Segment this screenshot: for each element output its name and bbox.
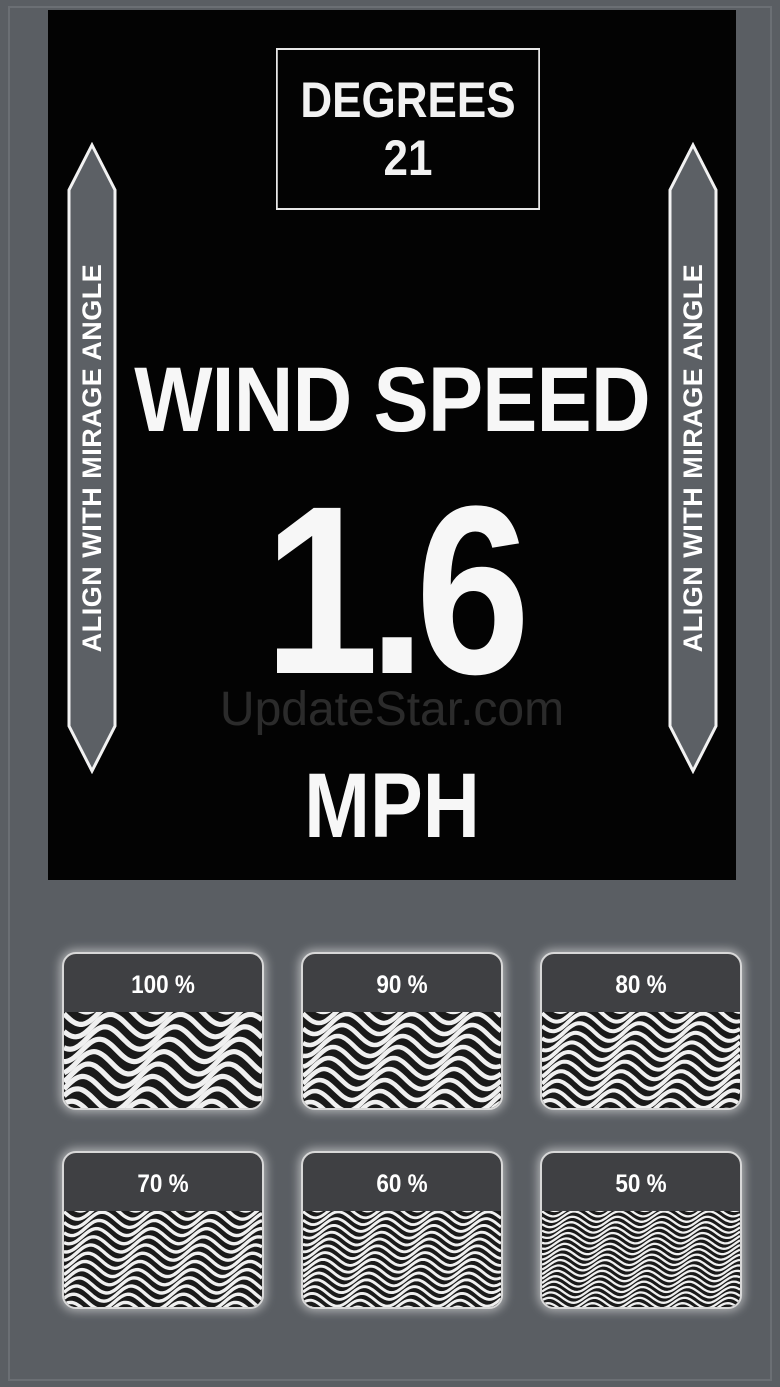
- intensity-tile-label: 80 %: [615, 971, 667, 999]
- wind-speed-value: 1.6: [264, 456, 530, 724]
- wave-pattern-icon: [64, 1012, 262, 1108]
- degrees-label: DEGREES: [300, 72, 516, 128]
- intensity-tile-90[interactable]: 90 %: [301, 952, 503, 1110]
- wave-pattern-icon: [64, 1211, 262, 1307]
- intensity-tile-label: 60 %: [376, 1170, 428, 1198]
- wind-speed-title: WIND SPEED: [134, 349, 650, 451]
- wave-pattern-icon: [303, 1012, 501, 1108]
- wind-display: DEGREES 21 ALIGN WITH MIRAGE ANGLE ALIGN…: [48, 10, 736, 880]
- intensity-tile-100[interactable]: 100 %: [62, 952, 264, 1110]
- intensity-tile-60[interactable]: 60 %: [301, 1151, 503, 1309]
- wave-pattern-icon: [542, 1012, 740, 1108]
- intensity-tile-label: 100 %: [131, 971, 195, 999]
- intensity-tile-70[interactable]: 70 %: [62, 1151, 264, 1309]
- intensity-tile-label: 90 %: [376, 971, 428, 999]
- wave-pattern-icon: [303, 1211, 501, 1307]
- degrees-value: 21: [383, 130, 433, 186]
- intensity-tile-50[interactable]: 50 %: [540, 1151, 742, 1309]
- intensity-tile-80[interactable]: 80 %: [540, 952, 742, 1110]
- degrees-box: DEGREES 21: [276, 48, 540, 210]
- intensity-tile-label: 50 %: [615, 1170, 667, 1198]
- wind-speed-unit: MPH: [304, 755, 480, 857]
- intensity-tile-label: 70 %: [137, 1170, 189, 1198]
- wave-pattern-icon: [542, 1211, 740, 1307]
